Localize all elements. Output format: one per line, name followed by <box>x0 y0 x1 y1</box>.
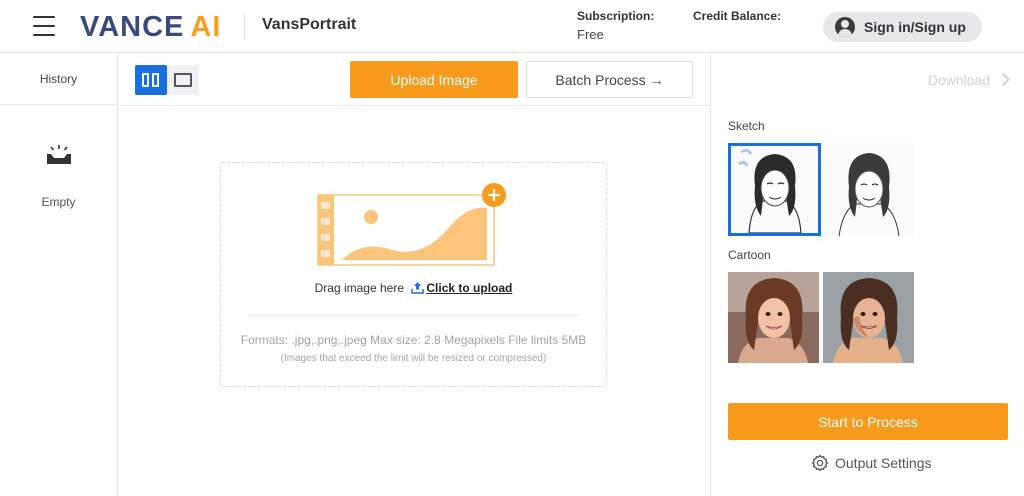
signin-button[interactable]: Sign in/Sign up <box>823 12 982 42</box>
start-process-button[interactable]: Start to Process <box>728 403 1008 440</box>
single-view-icon <box>174 73 192 87</box>
drag-drop-row: Drag image here Click to upload <box>221 281 606 295</box>
top-header: VANCE AI VansPortrait Subscription: Free … <box>0 0 1024 53</box>
upload-image-button[interactable]: Upload Image <box>350 61 518 98</box>
click-to-upload-link[interactable]: Click to upload <box>426 281 512 295</box>
download-label: Download <box>927 72 990 88</box>
menu-icon[interactable] <box>33 16 55 36</box>
single-view-button[interactable] <box>167 65 199 95</box>
split-view-icon <box>152 73 159 87</box>
output-settings-label: Output Settings <box>835 455 932 471</box>
subscription-label: Subscription: <box>577 9 655 23</box>
sketch-style-1[interactable] <box>728 143 821 236</box>
cartoon-portrait-image <box>823 272 914 363</box>
sketch-label: Sketch <box>728 119 765 133</box>
upload-icon <box>411 282 425 294</box>
download-button[interactable]: Download <box>927 72 1010 88</box>
cartoon-label: Cartoon <box>728 248 771 262</box>
batch-process-button[interactable]: Batch Process → <box>526 61 693 98</box>
gear-icon <box>811 454 829 472</box>
split-view-button[interactable] <box>135 65 167 95</box>
subscription-value: Free <box>577 27 604 42</box>
view-toggle <box>135 65 199 95</box>
user-icon <box>835 17 855 37</box>
signin-label: Sign in/Sign up <box>864 19 966 35</box>
editor-toolbar: Upload Image Batch Process → <box>118 54 710 106</box>
product-name: VansPortrait <box>262 16 357 33</box>
credit-balance-label: Credit Balance: <box>693 9 782 23</box>
image-placeholder-icon <box>317 183 506 266</box>
cartoon-portrait-image <box>728 272 819 363</box>
sketch-style-2[interactable] <box>823 143 914 236</box>
formats-info: Formats: .jpg,.png,.jpeg Max size: 2.8 M… <box>240 333 587 347</box>
sketch-portrait-image <box>823 143 914 236</box>
sketch-portrait-image <box>731 146 818 233</box>
logo-divider <box>244 14 245 40</box>
dropzone-divider <box>248 315 579 316</box>
split-view-icon <box>142 73 149 87</box>
chevron-right-icon <box>997 73 1010 86</box>
output-settings-button[interactable]: Output Settings <box>811 454 932 472</box>
empty-tray-icon <box>47 145 71 164</box>
history-sidebar: History Empty <box>0 54 118 496</box>
drag-text: Drag image here <box>314 281 405 295</box>
upload-dropzone[interactable]: Drag image here Click to upload Formats:… <box>220 162 607 387</box>
cartoon-style-2[interactable] <box>823 272 914 363</box>
history-tab[interactable]: History <box>0 54 117 105</box>
cartoon-style-1[interactable] <box>728 272 819 363</box>
resize-note: (Images that exceed the limit will be re… <box>280 353 547 364</box>
vanceai-logo[interactable]: VANCE AI <box>80 10 221 44</box>
style-panel: Download Sketch Cartoon Start to Process… <box>710 54 1024 496</box>
empty-history-label: Empty <box>41 195 76 209</box>
